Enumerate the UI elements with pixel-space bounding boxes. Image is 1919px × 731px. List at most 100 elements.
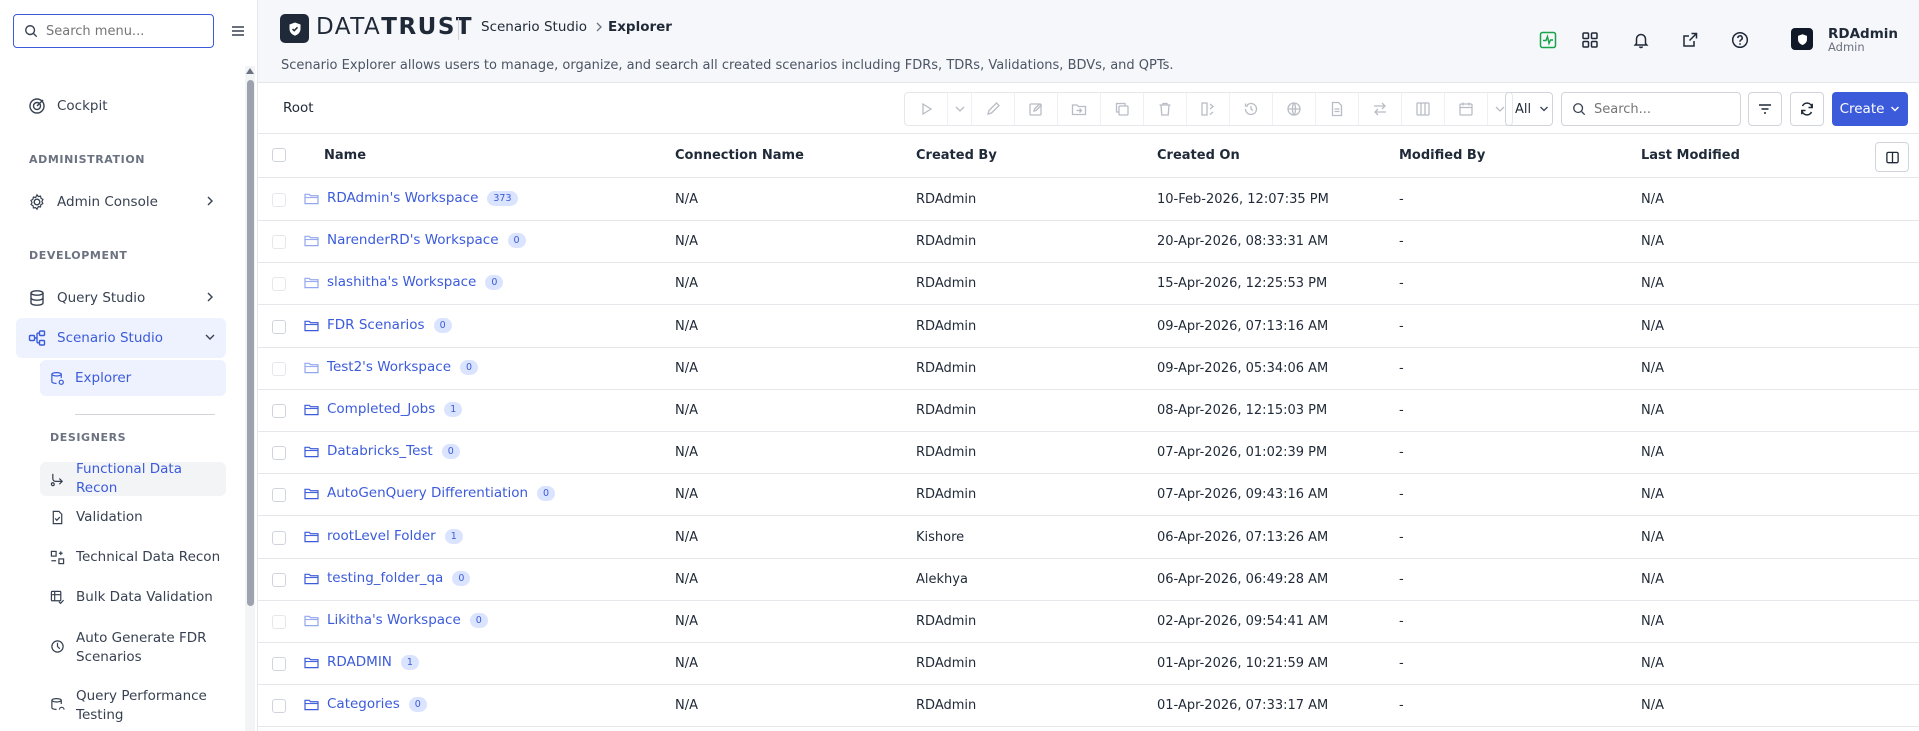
item-count-badge: 0 — [452, 570, 471, 586]
row-name-link[interactable]: NarenderRD's Workspace 0 — [304, 232, 526, 248]
table-row[interactable]: Test2's Workspace 0 N/A RDAdmin 09-Apr-2026,… — [258, 348, 1919, 390]
row-created-on: 06-Apr-2026, 07:13:26 AM — [1157, 530, 1329, 545]
row-checkbox[interactable] — [272, 657, 286, 671]
copy-button[interactable] — [1101, 93, 1144, 125]
nav-item-query-studio[interactable]: Query Studio — [16, 278, 226, 318]
row-checkbox[interactable] — [272, 615, 286, 629]
column-header-name[interactable]: Name — [324, 148, 366, 163]
column-header-created-on[interactable]: Created On — [1157, 148, 1240, 163]
menu-search-box[interactable] — [13, 14, 214, 48]
nav-item-cockpit[interactable]: Cockpit — [16, 86, 226, 126]
row-checkbox[interactable] — [272, 404, 286, 418]
row-checkbox[interactable] — [272, 362, 286, 376]
table-row[interactable]: rootLevel Folder 1 N/A Kishore 06-Apr-2026, … — [258, 517, 1919, 559]
table-row[interactable]: Databricks_Test 0 N/A RDAdmin 07-Apr-2026, 0… — [258, 432, 1919, 474]
row-name-link[interactable]: Likitha's Workspace 0 — [304, 612, 488, 628]
sidebar-scrollbar-thumb[interactable] — [247, 80, 254, 606]
row-checkbox[interactable] — [272, 531, 286, 545]
row-checkbox[interactable] — [272, 235, 286, 249]
create-button[interactable]: Create — [1832, 92, 1908, 126]
nav-item-scenario-studio[interactable]: Scenario Studio — [16, 318, 226, 358]
row-checkbox[interactable] — [272, 446, 286, 460]
help-icon[interactable] — [1730, 30, 1750, 50]
table-search-input[interactable] — [1594, 101, 1734, 117]
external-link-icon[interactable] — [1680, 30, 1700, 50]
table-row[interactable]: slashitha's Workspace 0 N/A RDAdmin 15-Apr-2… — [258, 263, 1919, 305]
rename-button[interactable] — [972, 93, 1015, 125]
select-all-checkbox[interactable] — [272, 148, 286, 162]
compare-button[interactable] — [1187, 93, 1230, 125]
row-name-link[interactable]: Databricks_Test 0 — [304, 443, 460, 459]
column-header-connection-name[interactable]: Connection Name — [675, 148, 804, 163]
row-name-link[interactable]: FDR Scenarios 0 — [304, 317, 452, 333]
export-button[interactable] — [1316, 93, 1359, 125]
activity-monitor-icon[interactable] — [1538, 30, 1558, 50]
table-row[interactable]: FDR Scenarios 0 N/A RDAdmin 09-Apr-2026, 07:… — [258, 306, 1919, 348]
table-row[interactable]: RDADMIN 1 N/A RDAdmin 01-Apr-2026, 10:21:59 … — [258, 643, 1919, 685]
apps-grid-icon[interactable] — [1580, 30, 1600, 50]
breadcrumb-scenario-studio[interactable]: Scenario Studio — [481, 19, 587, 35]
nav-item-auto-generate-fdr[interactable]: Auto Generate FDR Scenarios — [40, 629, 226, 667]
history-button[interactable] — [1230, 93, 1273, 125]
nav-item-validation[interactable]: Validation — [40, 508, 226, 527]
row-name-link[interactable]: testing_folder_qa 0 — [304, 570, 471, 586]
refresh-button[interactable] — [1790, 92, 1824, 126]
nav-item-query-performance-testing[interactable]: Query Performance Testing — [40, 687, 226, 725]
table-row[interactable]: NarenderRD's Workspace 0 N/A RDAdmin 20-Apr-… — [258, 221, 1919, 263]
database-gauge-icon — [50, 697, 65, 712]
history-icon — [1244, 102, 1258, 116]
scroll-up-arrow-icon[interactable] — [246, 68, 254, 74]
nav-item-bulk-data-validation[interactable]: Bulk Data Validation — [40, 588, 226, 607]
hamburger-menu-icon[interactable] — [229, 22, 247, 40]
row-name-link[interactable]: Categories 0 — [304, 696, 427, 712]
row-checkbox[interactable] — [272, 193, 286, 207]
row-name-link[interactable]: Test2's Workspace 0 — [304, 359, 479, 375]
table-row[interactable]: Categories 0 N/A RDAdmin 01-Apr-2026, 07:33:… — [258, 685, 1919, 727]
breadcrumb-root[interactable]: Root — [283, 100, 314, 116]
nav-item-admin-console[interactable]: Admin Console — [16, 182, 226, 222]
menu-search-input[interactable] — [46, 23, 206, 39]
publish-button[interactable] — [1273, 93, 1316, 125]
filter-button[interactable] — [1748, 92, 1782, 126]
row-name-link[interactable]: RDAdmin's Workspace 373 — [304, 190, 518, 206]
row-checkbox[interactable] — [272, 277, 286, 291]
item-count-badge: 373 — [487, 190, 518, 206]
table-row[interactable]: testing_folder_qa 0 N/A Alekhya 06-Apr-2026,… — [258, 559, 1919, 601]
row-checkbox[interactable] — [272, 320, 286, 334]
table-search-box[interactable] — [1561, 92, 1741, 126]
row-checkbox[interactable] — [272, 488, 286, 502]
row-name-link[interactable]: RDADMIN 1 — [304, 654, 419, 670]
row-created-on: 01-Apr-2026, 10:21:59 AM — [1157, 656, 1329, 671]
row-name-link[interactable]: slashitha's Workspace 0 — [304, 274, 504, 290]
run-options-button[interactable] — [948, 93, 972, 125]
row-name: Test2's Workspace — [327, 359, 451, 375]
edit-button[interactable] — [1015, 93, 1058, 125]
columns-button[interactable] — [1402, 93, 1445, 125]
schedule-button[interactable] — [1445, 93, 1488, 125]
run-button[interactable] — [905, 93, 948, 125]
column-header-modified-by[interactable]: Modified By — [1399, 148, 1485, 163]
row-checkbox[interactable] — [272, 573, 286, 587]
avatar[interactable] — [1791, 28, 1813, 50]
row-name-link[interactable]: AutoGenQuery Differentiation 0 — [304, 485, 556, 501]
table-row[interactable]: Likitha's Workspace 0 N/A RDAdmin 02-Apr-202… — [258, 601, 1919, 643]
delete-button[interactable] — [1144, 93, 1187, 125]
column-header-created-by[interactable]: Created By — [916, 148, 997, 163]
nav-item-technical-data-recon[interactable]: Technical Data Recon — [40, 548, 226, 567]
move-button[interactable] — [1058, 93, 1101, 125]
table-row[interactable]: Completed_Jobs 1 N/A RDAdmin 08-Apr-2026, 12… — [258, 390, 1919, 432]
type-filter-select[interactable]: All — [1505, 92, 1553, 126]
nav-item-explorer[interactable]: Explorer — [40, 360, 226, 396]
table-row[interactable]: AutoGenQuery Differentiation 0 N/A RDAdmin 0… — [258, 474, 1919, 516]
bell-icon[interactable] — [1631, 30, 1651, 50]
grid-compare-icon — [50, 550, 65, 565]
nav-item-functional-data-recon[interactable]: Functional Data Recon — [40, 461, 226, 496]
column-header-last-modified[interactable]: Last Modified — [1641, 148, 1740, 163]
swap-button[interactable] — [1359, 93, 1402, 125]
row-name-link[interactable]: Completed_Jobs 1 — [304, 401, 463, 417]
row-checkbox[interactable] — [272, 699, 286, 713]
row-name-link[interactable]: rootLevel Folder 1 — [304, 528, 463, 544]
column-settings-button[interactable] — [1875, 142, 1909, 172]
item-count-badge: 0 — [469, 612, 488, 628]
table-row[interactable]: RDAdmin's Workspace 373 N/A RDAdmin 10-Feb-2… — [258, 179, 1919, 221]
